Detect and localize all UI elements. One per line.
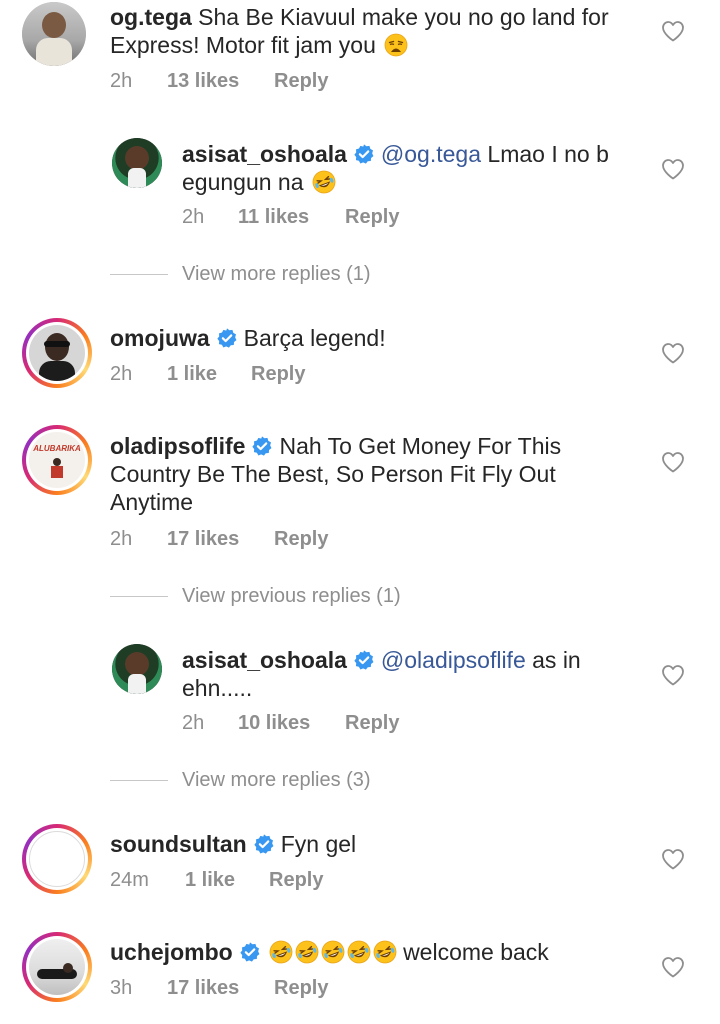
comment-body-line3: Anytime xyxy=(110,489,194,515)
reply-button[interactable]: Reply xyxy=(274,528,328,551)
avatar[interactable] xyxy=(112,138,162,188)
comment-meta: 3h 17 likes Reply xyxy=(110,977,328,1000)
rolling-laughing-emoji-icon xyxy=(321,940,345,964)
avatar-story-ring[interactable] xyxy=(22,932,92,1002)
likes-count[interactable]: 1 like xyxy=(185,869,269,892)
comment-body: Barça legend! xyxy=(243,325,386,351)
comment-text: soundsultan Fyn gel xyxy=(110,830,630,858)
comment-text: oladipsoflife Nah To Get Money For This C… xyxy=(110,432,630,516)
reply-button[interactable]: Reply xyxy=(274,977,328,1000)
heart-outline-icon[interactable] xyxy=(661,956,685,978)
username[interactable]: asisat_oshoala xyxy=(182,141,347,167)
view-more-label[interactable]: View more replies (3) xyxy=(182,769,371,792)
reply-button[interactable]: Reply xyxy=(345,206,399,229)
timestamp: 2h xyxy=(110,528,133,550)
verified-badge-icon xyxy=(253,833,275,855)
comment-meta: 2h 13 likes Reply xyxy=(110,70,328,93)
reply-button[interactable]: Reply xyxy=(274,70,328,93)
divider-line xyxy=(110,596,168,597)
rolling-laughing-emoji-icon xyxy=(312,170,336,194)
comment-body-line2: Country Be The Best, So Person Fit Fly O… xyxy=(110,461,556,487)
likes-count[interactable]: 17 likes xyxy=(167,977,274,1000)
comment-meta: 2h 1 like Reply xyxy=(110,363,305,386)
view-previous-label[interactable]: View previous replies (1) xyxy=(182,585,401,608)
comment-meta: 2h 11 likes Reply xyxy=(182,206,399,229)
emoji-group xyxy=(267,939,397,965)
timestamp: 24m xyxy=(110,869,149,891)
reply-button[interactable]: Reply xyxy=(251,363,305,386)
username[interactable]: soundsultan xyxy=(110,831,247,857)
comment-meta: 2h 17 likes Reply xyxy=(110,528,328,551)
likes-count[interactable]: 13 likes xyxy=(167,70,274,93)
comment-body: welcome back xyxy=(403,939,549,965)
timestamp: 2h xyxy=(182,712,205,734)
username[interactable]: asisat_oshoala xyxy=(182,647,347,673)
comment-meta: 24m 1 like Reply xyxy=(110,869,323,892)
comment-text: asisat_oshoala @og.tega Lmao I no b egung… xyxy=(182,140,642,196)
likes-count[interactable]: 11 likes xyxy=(238,206,345,229)
rolling-laughing-emoji-icon xyxy=(373,940,397,964)
username[interactable]: uchejombo xyxy=(110,939,233,965)
avatar xyxy=(29,325,85,381)
avatar-story-ring[interactable] xyxy=(22,824,92,894)
divider-line xyxy=(110,274,168,275)
verified-badge-icon xyxy=(353,143,375,165)
avatar: ALUBARIKA xyxy=(29,432,85,488)
timestamp: 2h xyxy=(110,363,133,385)
mention-link[interactable]: @oladipsoflife xyxy=(381,647,526,673)
heart-outline-icon[interactable] xyxy=(661,664,685,686)
verified-badge-icon xyxy=(353,649,375,671)
avatar-logo-text: ALUBARIKA xyxy=(33,444,81,453)
avatar xyxy=(29,831,85,887)
avatar-story-ring[interactable] xyxy=(22,318,92,388)
view-more-replies[interactable]: View more replies (3) xyxy=(110,769,371,792)
verified-badge-icon xyxy=(216,327,238,349)
comment-text: omojuwa Barça legend! xyxy=(110,324,630,352)
avatar[interactable] xyxy=(112,644,162,694)
likes-count[interactable]: 17 likes xyxy=(167,528,274,551)
username[interactable]: oladipsoflife xyxy=(110,433,245,459)
divider-line xyxy=(110,780,168,781)
weary-face-emoji-icon xyxy=(384,33,408,57)
timestamp: 2h xyxy=(182,206,205,228)
view-more-replies[interactable]: View more replies (1) xyxy=(110,263,371,286)
heart-outline-icon[interactable] xyxy=(661,20,685,42)
verified-badge-icon xyxy=(239,941,261,963)
avatar-story-ring[interactable]: ALUBARIKA xyxy=(22,425,92,495)
comment-body: Fyn gel xyxy=(280,831,357,857)
rolling-laughing-emoji-icon xyxy=(295,940,319,964)
comment-body-line1: Nah To Get Money For This xyxy=(279,433,562,459)
heart-outline-icon[interactable] xyxy=(661,451,685,473)
reply-button[interactable]: Reply xyxy=(345,712,399,735)
likes-count[interactable]: 1 like xyxy=(167,363,251,386)
view-previous-replies[interactable]: View previous replies (1) xyxy=(110,585,401,608)
username[interactable]: og.tega xyxy=(110,4,192,30)
timestamp: 3h xyxy=(110,977,133,999)
verified-badge-icon xyxy=(251,435,273,457)
avatar xyxy=(29,939,85,995)
heart-outline-icon[interactable] xyxy=(661,848,685,870)
username[interactable]: omojuwa xyxy=(110,325,210,351)
reply-button[interactable]: Reply xyxy=(269,869,323,892)
rolling-laughing-emoji-icon xyxy=(269,940,293,964)
comment-meta: 2h 10 likes Reply xyxy=(182,712,399,735)
mention-link[interactable]: @og.tega xyxy=(381,141,481,167)
view-more-label[interactable]: View more replies (1) xyxy=(182,263,371,286)
avatar[interactable] xyxy=(22,2,86,66)
timestamp: 2h xyxy=(110,70,133,92)
heart-outline-icon[interactable] xyxy=(661,158,685,180)
comment-text: uchejombo welcome back xyxy=(110,938,630,966)
comment-text: asisat_oshoala @oladipsoflife as in ehn..… xyxy=(182,646,642,702)
heart-outline-icon[interactable] xyxy=(661,342,685,364)
comment-text: og.tega Sha Be Kiavuul make you no go la… xyxy=(110,3,630,59)
likes-count[interactable]: 10 likes xyxy=(238,712,345,735)
rolling-laughing-emoji-icon xyxy=(347,940,371,964)
